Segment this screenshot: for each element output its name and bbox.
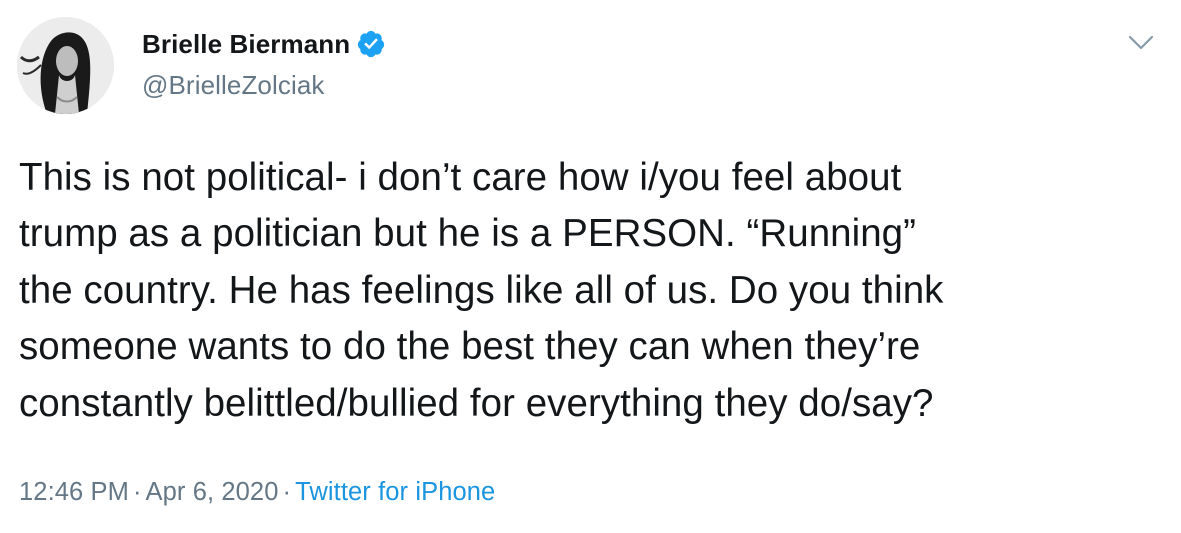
verified-badge-icon	[356, 29, 386, 59]
tweet-date[interactable]: Apr 6, 2020	[146, 478, 279, 506]
user-handle[interactable]: @BrielleZolciak	[142, 70, 386, 101]
tweet-card: Brielle Biermann @BrielleZolciak This is…	[0, 0, 1181, 533]
chevron-down-icon[interactable]	[1127, 34, 1155, 52]
tweet-source-link[interactable]: Twitter for iPhone	[295, 478, 495, 506]
tweet-text: This is not political- i don’t care how …	[19, 156, 944, 425]
profile-photo	[17, 17, 114, 114]
tweet-time[interactable]: 12:46 PM	[19, 478, 129, 506]
display-name-row: Brielle Biermann	[142, 26, 386, 62]
meta-separator: ·	[132, 478, 142, 506]
avatar[interactable]	[17, 17, 114, 114]
user-block[interactable]: Brielle Biermann @BrielleZolciak	[142, 26, 386, 101]
tweet-meta: 12:46 PM · Apr 6, 2020 · Twitter for iPhone	[19, 478, 495, 507]
display-name[interactable]: Brielle Biermann	[142, 29, 350, 60]
meta-separator: ·	[282, 478, 292, 506]
